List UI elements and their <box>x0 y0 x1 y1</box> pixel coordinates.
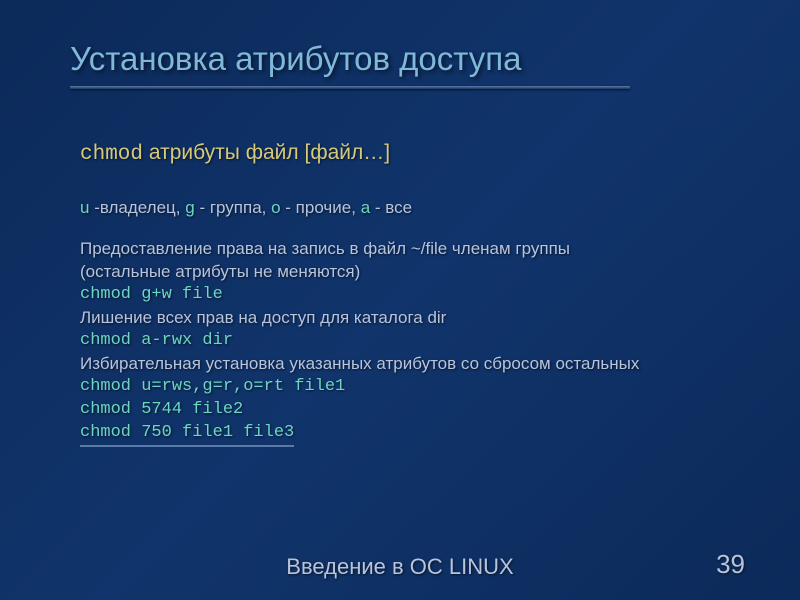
desc-line-1: Предоставление права на запись в файл ~/… <box>80 238 750 261</box>
page-number: 39 <box>716 549 745 580</box>
desc-line-3: Лишение всех прав на доступ для каталога… <box>80 307 750 330</box>
title-underline <box>70 86 630 89</box>
cmd-example-4: chmod 5744 file2 <box>80 399 750 422</box>
who-a-desc: - все <box>370 198 412 217</box>
desc-line-2: (остальные атрибуты не меняются) <box>80 261 750 284</box>
who-g-key: g <box>185 198 194 217</box>
slide-title: Установка атрибутов доступа <box>70 40 740 86</box>
title-block: Установка атрибутов доступа <box>50 40 750 89</box>
cmd-example-2: chmod a-rwx dir <box>80 330 750 353</box>
who-line: u -владелец, g - группа, o - прочие, a -… <box>80 197 750 220</box>
desc-line-4: Избирательная установка указанных атрибу… <box>80 353 750 376</box>
who-g-desc: - группа, <box>195 198 271 217</box>
cmd-example-5-text: chmod 750 file1 file3 <box>80 422 294 447</box>
who-u-desc: -владелец, <box>89 198 185 217</box>
who-o-key: o <box>271 198 280 217</box>
command-args: атрибуты файл [файл…] <box>149 141 390 164</box>
who-a-key: a <box>361 198 370 217</box>
cmd-example-5: chmod 750 file1 file3 <box>80 422 750 447</box>
command-name: chmod <box>80 143 143 166</box>
cmd-example-3: chmod u=rws,g=r,o=rt file1 <box>80 376 750 399</box>
command-syntax: chmod атрибуты файл [файл…] <box>80 139 750 169</box>
who-o-desc: - прочие, <box>281 198 361 217</box>
cmd-example-1: chmod g+w file <box>80 284 750 307</box>
slide: Установка атрибутов доступа chmod атрибу… <box>0 0 800 600</box>
content-area: chmod атрибуты файл [файл…] u -владелец,… <box>50 139 750 447</box>
footer-text: Введение в ОС LINUX <box>0 554 800 580</box>
